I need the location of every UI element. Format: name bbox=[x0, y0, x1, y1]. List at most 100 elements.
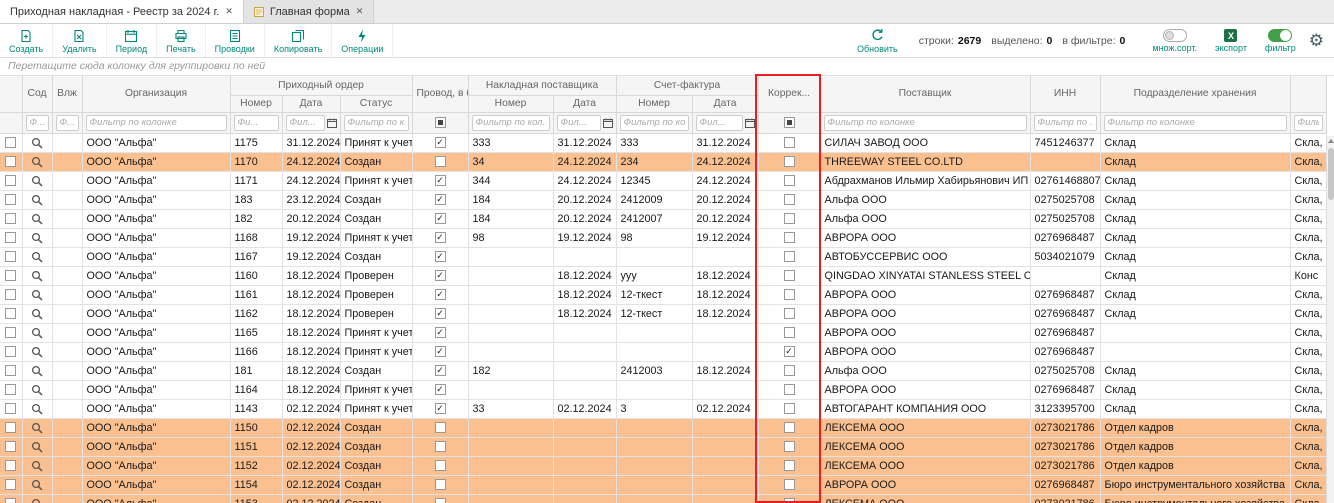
open-record-icon[interactable] bbox=[22, 266, 52, 285]
checkbox[interactable] bbox=[5, 498, 16, 503]
table-row[interactable]: ООО "Альфа"115102.12.2024СозданЛЕКСЕМА О… bbox=[0, 437, 1326, 456]
order-number-filter-input[interactable] bbox=[234, 115, 279, 131]
open-record-icon[interactable] bbox=[22, 494, 52, 503]
correction-checkbox-cell[interactable] bbox=[758, 209, 820, 228]
open-record-icon[interactable] bbox=[22, 133, 52, 152]
open-record-icon[interactable] bbox=[22, 437, 52, 456]
column-header-supplier[interactable]: Поставщик bbox=[820, 76, 1030, 112]
row-select-checkbox[interactable] bbox=[0, 304, 22, 323]
unchecked-checkbox[interactable] bbox=[784, 289, 795, 300]
checked-checkbox[interactable]: ✓ bbox=[435, 289, 446, 300]
checked-checkbox[interactable]: ✓ bbox=[435, 365, 446, 376]
checked-checkbox[interactable]: ✓ bbox=[435, 175, 446, 186]
checkbox[interactable] bbox=[5, 175, 16, 186]
table-row[interactable]: ООО "Альфа"116518.12.2024Принят к учету✓… bbox=[0, 323, 1326, 342]
unchecked-checkbox[interactable] bbox=[784, 479, 795, 490]
select-all-header[interactable] bbox=[0, 76, 22, 112]
delete-button[interactable]: Удалить bbox=[53, 24, 106, 57]
refresh-button[interactable]: Обновить bbox=[848, 24, 907, 57]
unchecked-checkbox[interactable] bbox=[784, 194, 795, 205]
close-icon[interactable]: ✕ bbox=[356, 7, 364, 16]
checkbox[interactable] bbox=[5, 270, 16, 281]
table-row[interactable]: ООО "Альфа"116418.12.2024Принят к учету✓… bbox=[0, 380, 1326, 399]
checked-checkbox[interactable]: ✓ bbox=[435, 194, 446, 205]
unchecked-checkbox[interactable] bbox=[435, 460, 446, 471]
department-filter-input[interactable] bbox=[1104, 115, 1287, 131]
open-record-icon[interactable] bbox=[22, 399, 52, 418]
vlzh-filter-input[interactable] bbox=[56, 115, 79, 131]
close-icon[interactable]: ✕ bbox=[225, 7, 233, 16]
posted-checkbox-cell[interactable]: ✓ bbox=[412, 247, 468, 266]
settings-gear-icon[interactable]: ⚙ bbox=[1305, 24, 1334, 57]
row-select-checkbox[interactable] bbox=[0, 133, 22, 152]
row-select-checkbox[interactable] bbox=[0, 266, 22, 285]
open-record-icon[interactable] bbox=[22, 380, 52, 399]
checked-checkbox[interactable]: ✓ bbox=[435, 346, 446, 357]
open-record-icon[interactable] bbox=[22, 152, 52, 171]
posted-checkbox-cell[interactable] bbox=[412, 475, 468, 494]
correction-filter-checkbox[interactable] bbox=[784, 117, 795, 128]
row-select-checkbox[interactable] bbox=[0, 361, 22, 380]
checked-checkbox[interactable]: ✓ bbox=[435, 232, 446, 243]
column-header-inn[interactable]: ИНН bbox=[1030, 76, 1100, 112]
checked-checkbox[interactable]: ✓ bbox=[435, 384, 446, 395]
table-row[interactable]: ООО "Альфа"18220.12.2024Создан✓18420.12.… bbox=[0, 209, 1326, 228]
unchecked-checkbox[interactable] bbox=[784, 384, 795, 395]
unchecked-checkbox[interactable] bbox=[784, 422, 795, 433]
vertical-scrollbar[interactable] bbox=[1326, 136, 1334, 503]
tab-main-form[interactable]: Главная форма ✕ bbox=[244, 0, 374, 23]
grouping-hint[interactable]: Перетащите сюда колонку для группировки … bbox=[0, 58, 1334, 76]
row-select-checkbox[interactable] bbox=[0, 190, 22, 209]
table-row[interactable]: ООО "Альфа"115002.12.2024СозданЛЕКСЕМА О… bbox=[0, 418, 1326, 437]
row-select-checkbox[interactable] bbox=[0, 342, 22, 361]
sf-date-filter-input[interactable] bbox=[696, 115, 743, 131]
unchecked-checkbox[interactable] bbox=[784, 308, 795, 319]
column-header-invoice-date[interactable]: Дата bbox=[553, 95, 616, 112]
posted-checkbox-cell[interactable]: ✓ bbox=[412, 380, 468, 399]
checked-checkbox[interactable]: ✓ bbox=[435, 213, 446, 224]
table-row[interactable]: ООО "Альфа"116618.12.2024Принят к учету✓… bbox=[0, 342, 1326, 361]
checkbox[interactable] bbox=[5, 213, 16, 224]
table-row[interactable]: ООО "Альфа"117531.12.2024Принят к учету✓… bbox=[0, 133, 1326, 152]
unchecked-checkbox[interactable] bbox=[784, 137, 795, 148]
row-select-checkbox[interactable] bbox=[0, 247, 22, 266]
calendar-icon[interactable] bbox=[745, 118, 755, 128]
correction-checkbox-cell[interactable] bbox=[758, 456, 820, 475]
column-header-department[interactable]: Подразделение хранения bbox=[1100, 76, 1290, 112]
posted-checkbox-cell[interactable]: ✓ bbox=[412, 399, 468, 418]
posted-checkbox-cell[interactable]: ✓ bbox=[412, 304, 468, 323]
scrollbar-thumb[interactable] bbox=[1328, 148, 1334, 200]
column-header-correction[interactable]: Коррек... bbox=[758, 76, 820, 112]
unchecked-checkbox[interactable] bbox=[435, 479, 446, 490]
table-row[interactable]: ООО "Альфа"115202.12.2024СозданЛЕКСЕМА О… bbox=[0, 456, 1326, 475]
open-record-icon[interactable] bbox=[22, 361, 52, 380]
unchecked-checkbox[interactable] bbox=[435, 498, 446, 503]
unchecked-checkbox[interactable] bbox=[784, 498, 795, 503]
correction-checkbox-cell[interactable] bbox=[758, 266, 820, 285]
posted-checkbox-cell[interactable]: ✓ bbox=[412, 228, 468, 247]
correction-checkbox-cell[interactable] bbox=[758, 437, 820, 456]
open-record-icon[interactable] bbox=[22, 342, 52, 361]
open-record-icon[interactable] bbox=[22, 304, 52, 323]
row-select-checkbox[interactable] bbox=[0, 209, 22, 228]
correction-checkbox-cell[interactable] bbox=[758, 418, 820, 437]
postings-button[interactable]: Проводки bbox=[206, 24, 265, 57]
table-row[interactable]: ООО "Альфа"116218.12.2024Проверен✓18.12.… bbox=[0, 304, 1326, 323]
correction-checkbox-cell[interactable]: ✓ bbox=[758, 342, 820, 361]
correction-checkbox-cell[interactable] bbox=[758, 475, 820, 494]
column-header-sod[interactable]: Сод bbox=[22, 76, 52, 112]
row-select-checkbox[interactable] bbox=[0, 285, 22, 304]
correction-checkbox-cell[interactable] bbox=[758, 285, 820, 304]
posted-checkbox-cell[interactable]: ✓ bbox=[412, 190, 468, 209]
checkbox[interactable] bbox=[5, 137, 16, 148]
row-select-checkbox[interactable] bbox=[0, 456, 22, 475]
open-record-icon[interactable] bbox=[22, 247, 52, 266]
checkbox[interactable] bbox=[5, 460, 16, 471]
posted-checkbox-cell[interactable]: ✓ bbox=[412, 266, 468, 285]
export-button[interactable]: X экспорт bbox=[1206, 24, 1256, 57]
checkbox[interactable] bbox=[5, 327, 16, 338]
checkbox[interactable] bbox=[5, 194, 16, 205]
order-date-filter-input[interactable] bbox=[286, 115, 325, 131]
filter-toggle-on-icon[interactable] bbox=[1268, 29, 1292, 42]
inn-filter-input[interactable] bbox=[1034, 115, 1097, 131]
